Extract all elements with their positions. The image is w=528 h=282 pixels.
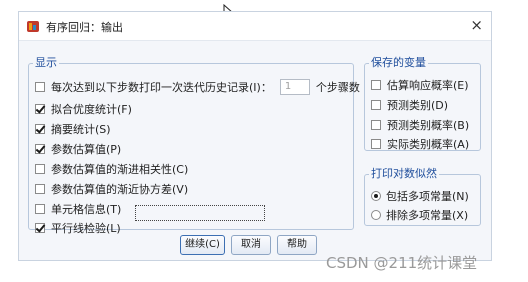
include-multinomial-constant-radio[interactable] <box>371 191 381 201</box>
cell-information-option[interactable]: 单元格信息(T) <box>35 201 121 217</box>
actual-category-prob-option[interactable]: 实际类别概率(A) <box>371 136 469 152</box>
csdn-watermark: CSDN @211统计课堂 <box>326 254 478 272</box>
cell-information-label: 单元格信息(T) <box>51 203 122 216</box>
actual-category-prob-label: 实际类别概率(A) <box>387 138 470 151</box>
goodness-of-fit-checkbox[interactable] <box>35 104 45 114</box>
goodness-of-fit-option[interactable]: 拟合优度统计(F) <box>35 101 132 117</box>
close-icon[interactable]: × <box>470 16 483 34</box>
goodness-of-fit-label: 拟合优度统计(F) <box>51 103 132 116</box>
continue-button[interactable]: 继续(C) <box>180 235 225 255</box>
asymptotic-correlation-option[interactable]: 参数估算值的渐进相关性(C) <box>35 161 188 177</box>
predicted-category-prob-checkbox[interactable] <box>371 120 381 130</box>
parallel-lines-test-checkbox[interactable] <box>35 223 45 233</box>
estimated-response-prob-option[interactable]: 估算响应概率(E) <box>371 77 469 93</box>
iteration-history-option[interactable]: 每次达到以下步数打印一次迭代历史记录(I)： 1 个步骤数 <box>35 79 360 95</box>
iteration-history-checkbox[interactable] <box>35 82 45 92</box>
estimated-response-prob-label: 估算响应概率(E) <box>387 79 469 92</box>
asymptotic-correlation-label: 参数估算值的渐进相关性(C) <box>51 163 189 176</box>
exclude-multinomial-constant-radio[interactable] <box>371 210 381 220</box>
saved-variables-group: 保存的变量 估算响应概率(E) 预测类别(D) 预测类别概率(B) 实际类别概率… <box>364 57 481 151</box>
include-multinomial-constant-option[interactable]: 包括多项常量(N) <box>371 188 469 204</box>
spss-app-icon <box>27 21 39 32</box>
asymptotic-correlation-checkbox[interactable] <box>35 164 45 174</box>
include-multinomial-constant-label: 包括多项常量(N) <box>386 190 469 203</box>
summary-stats-option[interactable]: 摘要统计(S) <box>35 121 111 137</box>
cell-information-checkbox[interactable] <box>35 204 45 214</box>
parallel-lines-test-option[interactable]: 平行线检验(L) <box>35 220 121 236</box>
display-group-title: 显示 <box>35 56 57 69</box>
dialog-title: 有序回归：输出 <box>46 21 123 34</box>
iteration-steps-input[interactable]: 1 <box>279 79 310 95</box>
dialog-titlebar: 有序回归：输出 × <box>19 12 491 41</box>
focus-indicator <box>135 205 265 221</box>
print-loglikelihood-group-title: 打印对数似然 <box>371 167 437 180</box>
predicted-category-option[interactable]: 预测类别(D) <box>371 97 448 113</box>
exclude-multinomial-constant-option[interactable]: 排除多项常量(X) <box>371 207 468 223</box>
exclude-multinomial-constant-label: 排除多项常量(X) <box>386 209 469 222</box>
iteration-history-label: 每次达到以下步数打印一次迭代历史记录(I)： <box>51 81 272 94</box>
estimated-response-prob-checkbox[interactable] <box>371 80 381 90</box>
asymptotic-covariance-label: 参数估算值的渐近协方差(V) <box>51 183 189 196</box>
summary-stats-checkbox[interactable] <box>35 124 45 134</box>
saved-variables-group-title: 保存的变量 <box>371 56 426 69</box>
parameter-estimates-option[interactable]: 参数估算值(P) <box>35 141 121 157</box>
actual-category-prob-checkbox[interactable] <box>371 139 381 149</box>
predicted-category-checkbox[interactable] <box>371 100 381 110</box>
ordinal-regression-output-dialog: 有序回归：输出 × 显示 每次达到以下步数打印一次迭代历史记录(I)： 1 个步… <box>18 11 492 261</box>
cancel-button[interactable]: 取消 <box>231 235 271 255</box>
predicted-category-prob-option[interactable]: 预测类别概率(B) <box>371 117 469 133</box>
parallel-lines-test-label: 平行线检验(L) <box>51 222 121 235</box>
predicted-category-prob-label: 预测类别概率(B) <box>387 119 470 132</box>
parameter-estimates-checkbox[interactable] <box>35 144 45 154</box>
iteration-steps-suffix: 个步骤数 <box>315 81 360 94</box>
print-loglikelihood-group: 打印对数似然 包括多项常量(N) 排除多项常量(X) <box>364 168 481 226</box>
help-button[interactable]: 帮助 <box>277 235 317 255</box>
asymptotic-covariance-option[interactable]: 参数估算值的渐近协方差(V) <box>35 181 188 197</box>
parameter-estimates-label: 参数估算值(P) <box>51 143 122 156</box>
asymptotic-covariance-checkbox[interactable] <box>35 184 45 194</box>
summary-stats-label: 摘要统计(S) <box>51 123 111 136</box>
predicted-category-label: 预测类别(D) <box>387 99 449 112</box>
